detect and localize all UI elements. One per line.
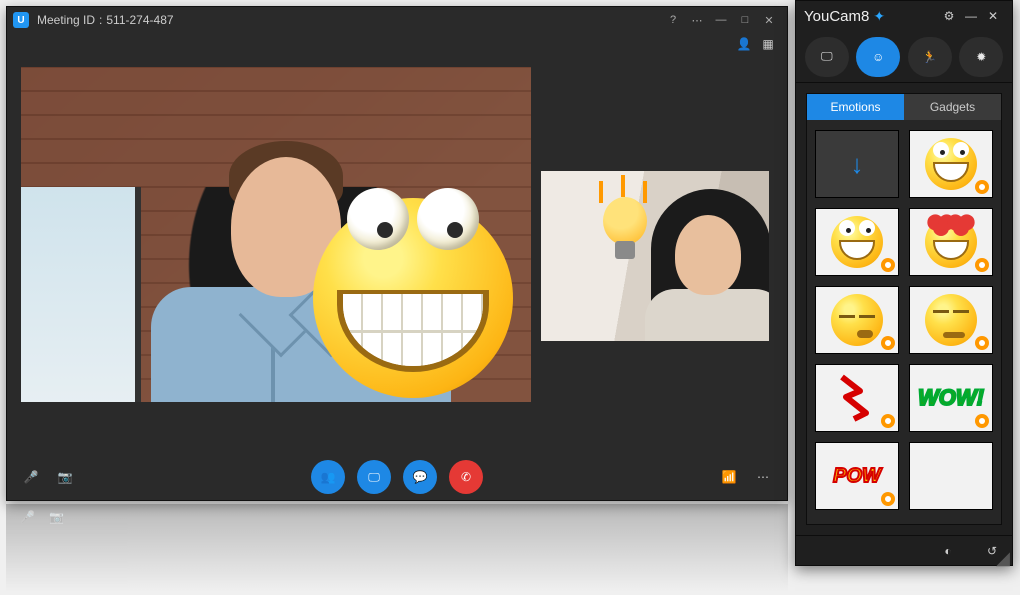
meeting-title-prefix: Meeting ID (37, 13, 95, 27)
item-badge-icon (881, 258, 895, 272)
youcam-content: EmotionsGadgets ↓ WOW! POW (806, 93, 1002, 525)
tab-emotions[interactable]: Emotions (807, 94, 904, 120)
settings-icon[interactable]: ⚙ (938, 6, 960, 26)
share-screen-button[interactable]: 🖵 (357, 460, 391, 494)
video-area (7, 57, 787, 454)
youcam-tabs: EmotionsGadgets (807, 94, 1001, 120)
camera-toggle-icon[interactable]: 📷 (55, 467, 75, 487)
youcam-footer: ◐ ↺ (796, 535, 1012, 565)
download-icon: ↓ (851, 149, 864, 180)
video-feed-pip[interactable] (541, 171, 769, 341)
emotions-grid: ↓ WOW! POW (807, 120, 1001, 524)
item-badge-icon (881, 492, 895, 506)
hangup-icon: ✆ (461, 470, 471, 484)
meeting-toolbar: 🎤 📷 👥 🖵 💬 ✆ 📶 ⋯ (7, 454, 787, 500)
tab-gadgets[interactable]: Gadgets (904, 94, 1001, 120)
youcam-panel: YouCam8 ✦ ⚙ — ✕ 🖵☺🏃✹ EmotionsGadgets ↓ W… (795, 0, 1013, 566)
youcam-plus-icon: ✦ (873, 8, 885, 25)
emoji-laugh[interactable] (815, 208, 899, 276)
minimize-icon[interactable]: — (960, 6, 982, 26)
youcam-version: 8 (861, 8, 869, 25)
hangup-button[interactable]: ✆ (449, 460, 483, 494)
participants-button[interactable]: 👥 (311, 460, 345, 494)
emoji-sleepy[interactable] (815, 286, 899, 354)
participants-icon: 👥 (321, 470, 336, 484)
item-badge-icon (975, 258, 989, 272)
meeting-subheader: 👤 ▦ (7, 33, 787, 57)
emoji-smirk[interactable] (909, 286, 993, 354)
youcam-mode-bar: 🖵☺🏃✹ (796, 31, 1012, 83)
options-icon[interactable]: ⋯ (685, 10, 709, 30)
close-icon[interactable]: ✕ (982, 6, 1004, 26)
mic-toggle-icon[interactable]: 🎤 (21, 467, 41, 487)
meeting-id-value: 511-274-487 (106, 13, 173, 27)
more-icon[interactable]: ⋯ (753, 467, 773, 487)
sticker-pow[interactable]: POW (815, 442, 899, 510)
signal-icon: 📶 (719, 467, 739, 487)
emoji-love[interactable] (909, 208, 993, 276)
minimize-icon[interactable]: — (709, 10, 733, 30)
emotion-overlay-pip (599, 197, 651, 269)
pow-label: POW (833, 465, 881, 488)
reset-icon[interactable]: ↺ (980, 539, 1004, 563)
reflection-decoration: 🎤📷 (6, 504, 788, 592)
sticker-wow[interactable]: WOW! (909, 364, 993, 432)
item-badge-icon (975, 414, 989, 428)
layout-grid-icon[interactable]: ▦ (759, 35, 777, 53)
presentation-mode-button[interactable]: 🖵 (805, 37, 849, 77)
download-more[interactable]: ↓ (815, 130, 899, 198)
wow-label: WOW! (918, 385, 984, 411)
sticker-blank[interactable] (909, 442, 993, 510)
item-badge-icon (975, 336, 989, 350)
meeting-titlebar[interactable]: U Meeting ID : 511-274-487 ? ⋯ — □ ✕ (7, 7, 787, 33)
participant-icon[interactable]: 👤 (735, 35, 753, 53)
item-badge-icon (881, 414, 895, 428)
maximize-icon[interactable]: □ (733, 10, 757, 30)
youcam-title: YouCam (804, 8, 861, 25)
video-feed-main[interactable] (21, 67, 531, 402)
item-badge-icon (881, 336, 895, 350)
effects-mode-button[interactable]: ✹ (959, 37, 1003, 77)
meeting-window: U Meeting ID : 511-274-487 ? ⋯ — □ ✕ 👤 ▦ (6, 6, 788, 501)
chat-icon: 💬 (413, 470, 428, 484)
item-badge-icon (975, 180, 989, 194)
help-icon[interactable]: ? (661, 10, 685, 30)
sticker-crack[interactable] (815, 364, 899, 432)
close-icon[interactable]: ✕ (757, 10, 781, 30)
crack-icon (832, 373, 882, 423)
avatars-mode-button[interactable]: 🏃 (908, 37, 952, 77)
brightness-icon[interactable]: ◐ (936, 539, 960, 563)
screen-icon: 🖵 (368, 470, 380, 485)
youcam-titlebar[interactable]: YouCam8 ✦ ⚙ — ✕ (796, 1, 1012, 31)
app-icon: U (13, 12, 29, 28)
chat-button[interactable]: 💬 (403, 460, 437, 494)
emoji-silly[interactable] (909, 130, 993, 198)
emotion-overlay-main (313, 198, 513, 398)
emotions-mode-button[interactable]: ☺ (856, 37, 900, 77)
